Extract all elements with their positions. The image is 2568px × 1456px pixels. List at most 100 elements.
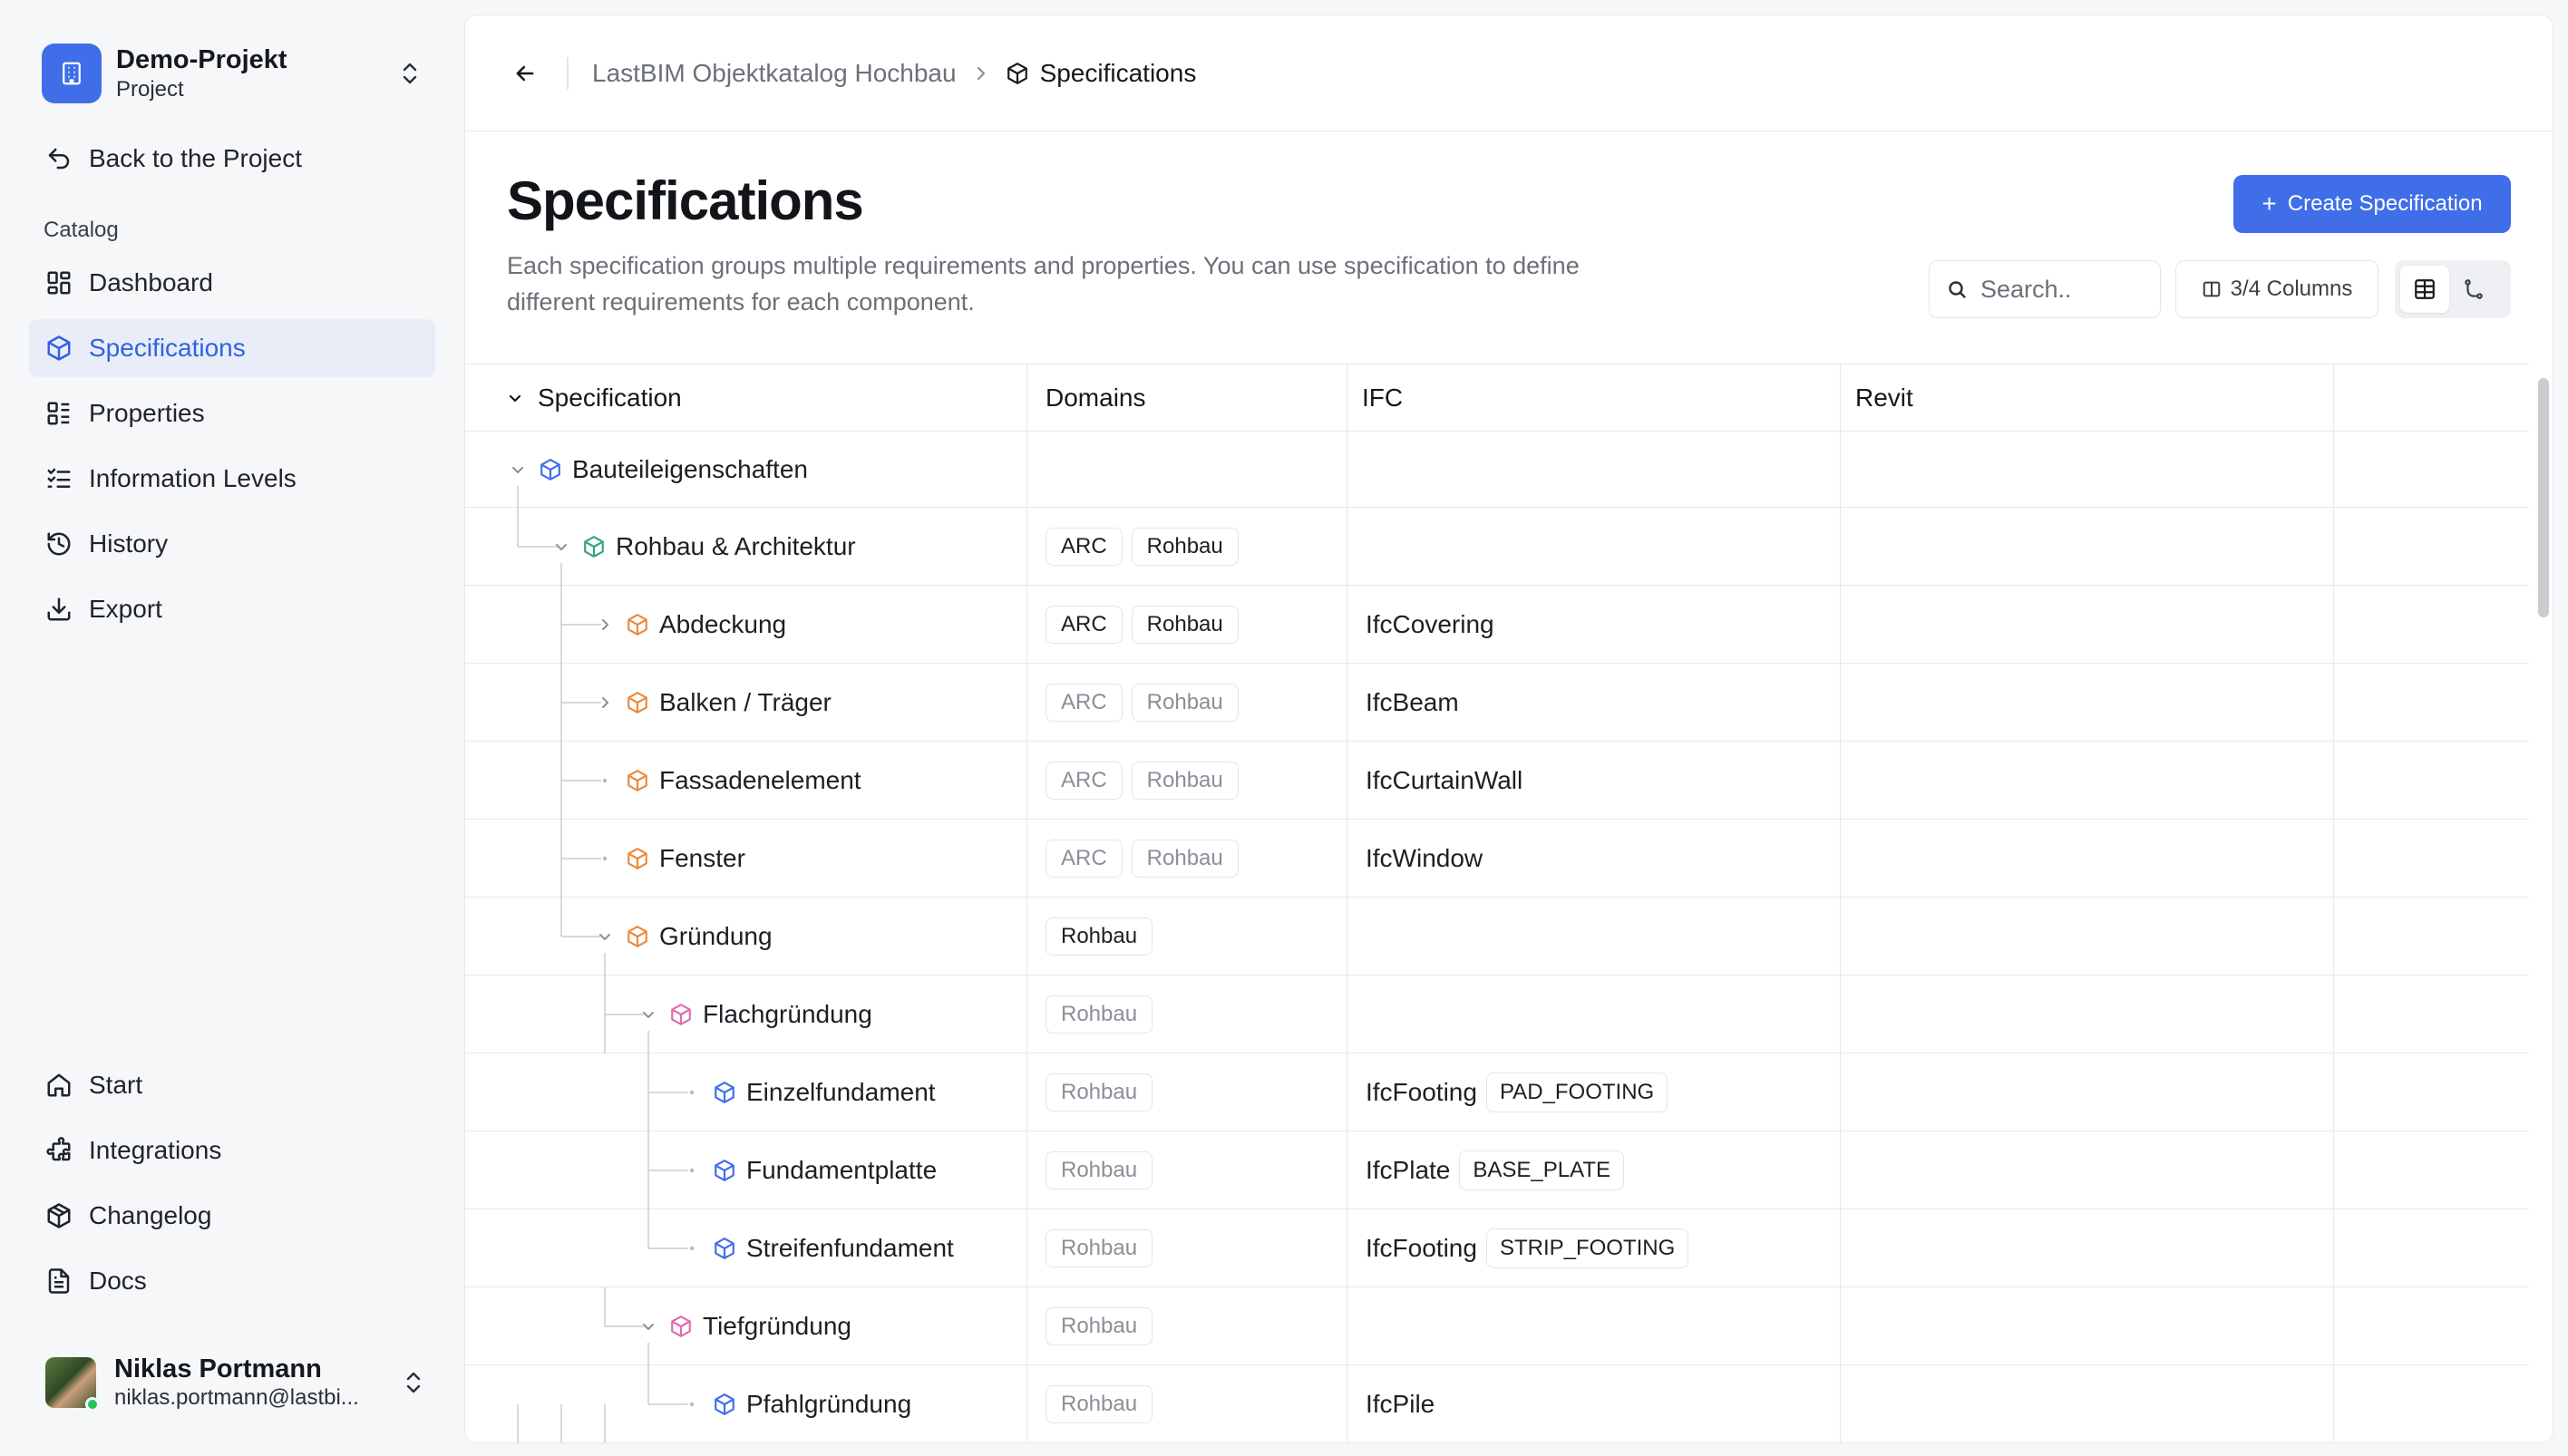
tree-view-icon[interactable] [2449, 266, 2498, 313]
header-domains[interactable]: Domains [1027, 364, 1347, 431]
sidebar-item-export[interactable]: Export [29, 580, 435, 638]
create-specification-button[interactable]: + Create Specification [2233, 175, 2511, 233]
chevron-down-icon[interactable] [594, 928, 616, 945]
domains-cell: ARC Rohbau [1027, 586, 1347, 663]
ifc-cell: IfcWindow [1347, 820, 1841, 897]
ifc-cell [1347, 976, 1841, 1053]
sidebar-item-history[interactable]: History [29, 515, 435, 573]
spec-name[interactable]: Tiefgründung [703, 1312, 851, 1341]
table-row[interactable]: Bauteileigenschaften [465, 432, 2529, 508]
create-specification-label: Create Specification [2287, 191, 2483, 216]
vertical-scrollbar[interactable] [2538, 378, 2549, 617]
domain-badge: Rohbau [1046, 1384, 1153, 1423]
extra-cell [2334, 1053, 2529, 1131]
table-row[interactable]: Fassadenelement ARC Rohbau IfcCurtainWall [465, 742, 2529, 820]
sidebar-item-changelog[interactable]: Changelog [29, 1187, 435, 1245]
ifc-class: IfcPile [1366, 1389, 1435, 1418]
project-subtitle: Project [116, 77, 184, 102]
header-spec-inner: Specification [507, 383, 682, 413]
table-row[interactable]: Streifenfundament Rohbau IfcFooting STRIP_F… [465, 1209, 2529, 1287]
page-title: Specifications [507, 170, 864, 231]
spec-name[interactable]: Balken / Träger [659, 688, 832, 717]
main-panel: LastBIM Objektkatalog Hochbau Specificat… [464, 15, 2553, 1443]
table-row[interactable]: Fenster ARC Rohbau IfcWindow [465, 820, 2529, 898]
revit-cell [1841, 586, 2334, 663]
revit-cell [1841, 820, 2334, 897]
spec-name[interactable]: Fassadenelement [659, 766, 861, 795]
back-to-project-link[interactable]: Back to the Project [29, 130, 435, 188]
extra-cell [2334, 898, 2529, 975]
ifc-predefined-type-badge: BASE_PLATE [1459, 1150, 1625, 1190]
table-row[interactable]: Balken / Träger ARC Rohbau IfcBeam [465, 664, 2529, 742]
spec-name[interactable]: Fundamentplatte [746, 1156, 937, 1185]
ifc-cell: IfcCovering [1347, 586, 1841, 663]
search-input[interactable] [1980, 275, 2135, 304]
spec-name[interactable]: Pfahlgründung [746, 1390, 911, 1419]
sidebar-item-label: Information Levels [89, 464, 297, 492]
chevron-updown-icon [401, 1364, 426, 1401]
sidebar-item-properties[interactable]: Properties [29, 384, 435, 442]
spec-name[interactable]: Streifenfundament [746, 1234, 954, 1263]
revit-cell [1841, 1053, 2334, 1131]
domain-badge: ARC [1046, 527, 1123, 566]
ifc-cell: IfcFooting STRIP_FOOTING [1347, 1209, 1841, 1286]
user-menu[interactable]: Niklas Portmann niklas.portmann@lastbi..… [45, 1351, 426, 1414]
sidebar-item-start[interactable]: Start [29, 1056, 435, 1114]
list-icon [44, 398, 74, 429]
ifc-class: IfcPlate [1366, 1155, 1451, 1184]
page-description: Each specification groups multiple requi… [507, 252, 1580, 315]
chevron-down-icon[interactable] [637, 1318, 659, 1335]
domains-cell: Rohbau [1027, 1287, 1347, 1364]
puzzle-icon [44, 1135, 74, 1166]
search-box[interactable] [1929, 260, 2161, 318]
table-row[interactable]: Gründung Rohbau [465, 898, 2529, 976]
chevron-down-icon[interactable] [637, 1006, 659, 1023]
breadcrumb: LastBIM Objektkatalog Hochbau Specificat… [592, 55, 1196, 92]
cube-icon [712, 1159, 737, 1182]
document-icon [44, 1266, 74, 1296]
spec-cell-inner: Abdeckung [594, 586, 786, 663]
sidebar-item-dashboard[interactable]: Dashboard [29, 254, 435, 312]
spec-name[interactable]: Fenster [659, 844, 745, 873]
extra-cell [2334, 1365, 2529, 1442]
spec-name[interactable]: Abdeckung [659, 610, 786, 639]
header-ifc[interactable]: IFC [1347, 364, 1841, 431]
table-row[interactable]: Flachgründung Rohbau [465, 976, 2529, 1053]
back-arrow-icon[interactable] [507, 55, 543, 92]
ifc-predefined-type-badge: STRIP_FOOTING [1485, 1228, 1689, 1268]
breadcrumb-parent-link[interactable]: LastBIM Objektkatalog Hochbau [592, 59, 957, 88]
table-row[interactable]: Pfahlgründung Rohbau IfcPile [465, 1365, 2529, 1442]
chevron-down-icon[interactable] [507, 461, 529, 478]
spec-cell: Balken / Träger [465, 664, 1027, 741]
table-row[interactable]: Tiefgründung Rohbau [465, 1287, 2529, 1365]
chevron-right-icon[interactable] [594, 694, 616, 711]
chevron-down-icon[interactable] [550, 539, 572, 555]
spec-name[interactable]: Rohbau & Architektur [616, 532, 856, 561]
chevron-right-icon[interactable] [594, 616, 616, 633]
spec-cell-inner: Pfahlgründung [681, 1365, 911, 1442]
spec-name[interactable]: Bauteileigenschaften [572, 455, 808, 484]
header-specification[interactable]: Specification [465, 364, 1027, 431]
table-view-icon[interactable] [2400, 266, 2449, 313]
table-row[interactable]: Abdeckung ARC Rohbau IfcCovering [465, 586, 2529, 664]
spec-name[interactable]: Gründung [659, 922, 773, 951]
columns-toggle-button[interactable]: 3/4 Columns [2175, 260, 2378, 318]
ifc-class: IfcFooting [1366, 1077, 1477, 1106]
project-switcher[interactable]: Demo-Projekt Project [42, 42, 423, 105]
table-row[interactable]: Fundamentplatte Rohbau IfcPlate BASE_PLATE [465, 1131, 2529, 1209]
extra-cell [2334, 1287, 2529, 1364]
table-row[interactable]: Rohbau & Architektur ARC Rohbau [465, 508, 2529, 586]
sidebar-item-information-levels[interactable]: Information Levels [29, 450, 435, 508]
chevron-updown-icon [397, 55, 423, 92]
sidebar-item-specifications[interactable]: Specifications [29, 319, 435, 377]
header-revit[interactable]: Revit [1841, 364, 2334, 431]
domain-badge: Rohbau [1046, 995, 1153, 1034]
table-row[interactable]: Einzelfundament Rohbau IfcFooting PAD_FOOTI… [465, 1053, 2529, 1131]
history-icon [44, 529, 74, 559]
spec-name[interactable]: Flachgründung [703, 1000, 872, 1029]
sidebar-item-integrations[interactable]: Integrations [29, 1121, 435, 1179]
sidebar-item-docs[interactable]: Docs [29, 1252, 435, 1310]
user-text: Niklas Portmann niklas.portmann@lastbi..… [114, 1354, 401, 1412]
extra-cell [2334, 664, 2529, 741]
spec-name[interactable]: Einzelfundament [746, 1078, 936, 1107]
